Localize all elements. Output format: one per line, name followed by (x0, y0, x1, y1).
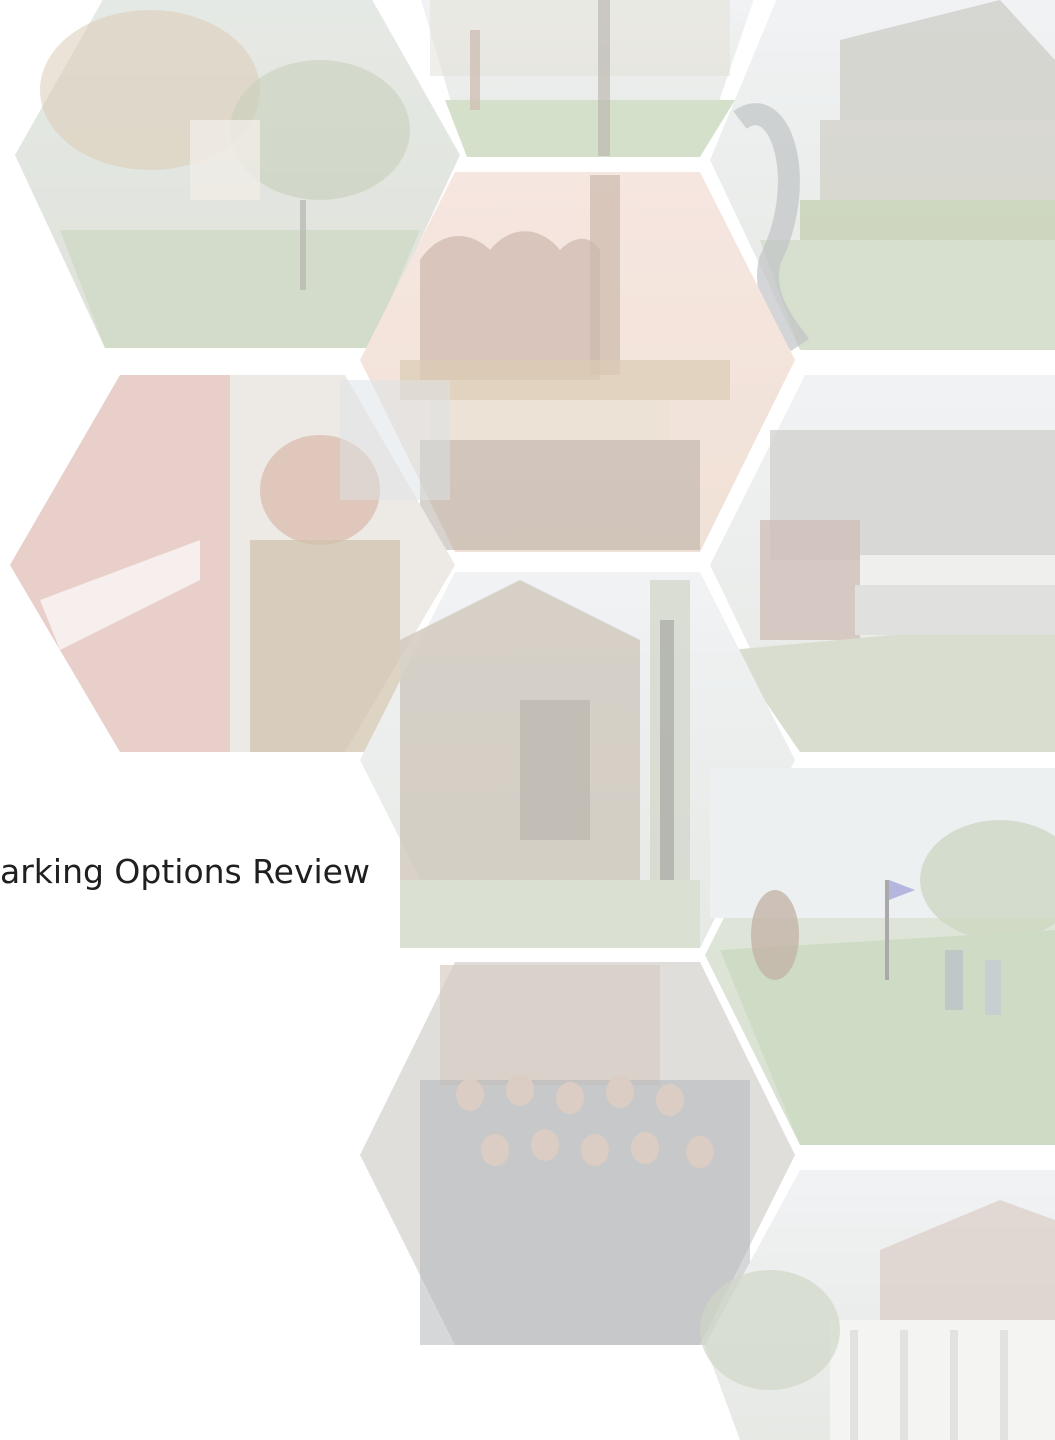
document-title: arking Options Review (0, 852, 370, 891)
hexagon-photo-collage (0, 0, 1055, 1440)
